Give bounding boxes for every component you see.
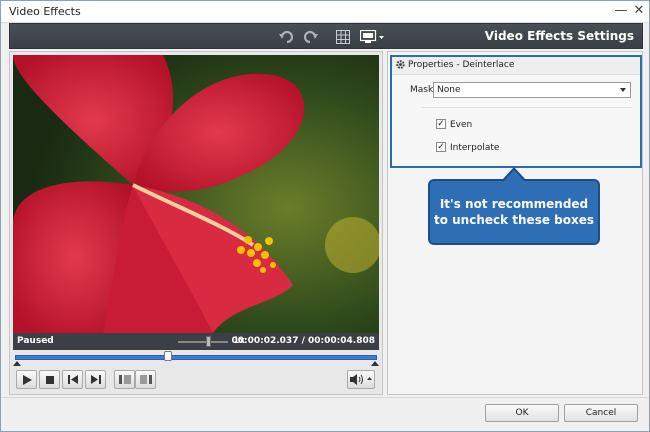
next-frame-button[interactable] (85, 370, 106, 389)
timeline[interactable] (13, 350, 379, 366)
mark-in-icon (118, 375, 131, 384)
deinterlace-properties: Properties - Deinterlace Mask: None ✓ Ev… (390, 55, 642, 168)
mark-out-button[interactable] (135, 370, 156, 389)
dialog-footer: OK Cancel (1, 397, 649, 431)
play-button[interactable] (16, 370, 37, 389)
chevron-down-icon (620, 88, 626, 92)
interpolate-checkbox[interactable]: ✓ (436, 142, 446, 152)
playback-controls (13, 368, 379, 392)
interpolate-label: Interpolate (450, 143, 500, 153)
close-icon[interactable]: ✕ (631, 3, 647, 19)
cancel-button[interactable]: Cancel (564, 404, 638, 422)
video-preview (13, 55, 379, 333)
callout-line-2: to uncheck these boxes (433, 213, 595, 227)
skip-back-icon (67, 375, 78, 384)
time-readout: 00:00:02.037 / 00:00:04.808 (231, 336, 375, 346)
undo-icon[interactable] (278, 28, 296, 46)
properties-title: Properties - Deinterlace (408, 60, 515, 70)
settings-title: Video Effects Settings (484, 29, 634, 43)
even-label: Even (450, 120, 473, 130)
player-status-bar: Paused 1x 00:00:02.037 / 00:00:04.808 (13, 333, 379, 350)
volume-icon (350, 374, 372, 385)
properties-header: Properties - Deinterlace (392, 57, 640, 75)
previous-frame-button[interactable] (62, 370, 83, 389)
title-bar: Video Effects — ✕ (1, 1, 649, 23)
timeline-thumb[interactable] (163, 351, 172, 361)
stop-icon (45, 375, 54, 384)
grid-icon[interactable] (334, 28, 352, 46)
volume-button[interactable] (347, 370, 375, 389)
skip-forward-icon (90, 375, 101, 384)
timeline-track[interactable] (15, 355, 377, 360)
callout-tooltip: It's not recommended to uncheck these bo… (428, 179, 600, 245)
monitor-dropdown-icon[interactable] (359, 28, 385, 46)
ok-button[interactable]: OK (485, 404, 559, 422)
mask-select[interactable]: None (433, 82, 631, 98)
stop-button[interactable] (39, 370, 60, 389)
end-marker[interactable] (371, 361, 379, 366)
minimize-icon[interactable]: — (613, 3, 629, 19)
mark-out-icon (139, 375, 152, 384)
gear-icon (395, 59, 406, 73)
speed-slider-thumb[interactable] (206, 336, 211, 347)
video-effects-window: Video Effects — ✕ Video Effects Settings (0, 0, 650, 432)
playback-status: Paused (17, 336, 54, 346)
play-icon (22, 374, 32, 385)
speed-slider-track[interactable] (178, 341, 228, 343)
start-marker[interactable] (13, 361, 21, 366)
even-checkbox[interactable]: ✓ (436, 119, 446, 129)
callout-pointer-fill (504, 170, 524, 181)
divider (422, 107, 632, 108)
mark-in-button[interactable] (114, 370, 135, 389)
video-panel: Paused 1x 00:00:02.037 / 00:00:04.808 (9, 51, 383, 395)
callout-line-1: It's not recommended (439, 197, 589, 211)
mask-value: None (437, 85, 461, 95)
toolbar: Video Effects Settings (9, 23, 643, 49)
redo-icon[interactable] (301, 28, 319, 46)
window-title: Video Effects (9, 5, 81, 18)
